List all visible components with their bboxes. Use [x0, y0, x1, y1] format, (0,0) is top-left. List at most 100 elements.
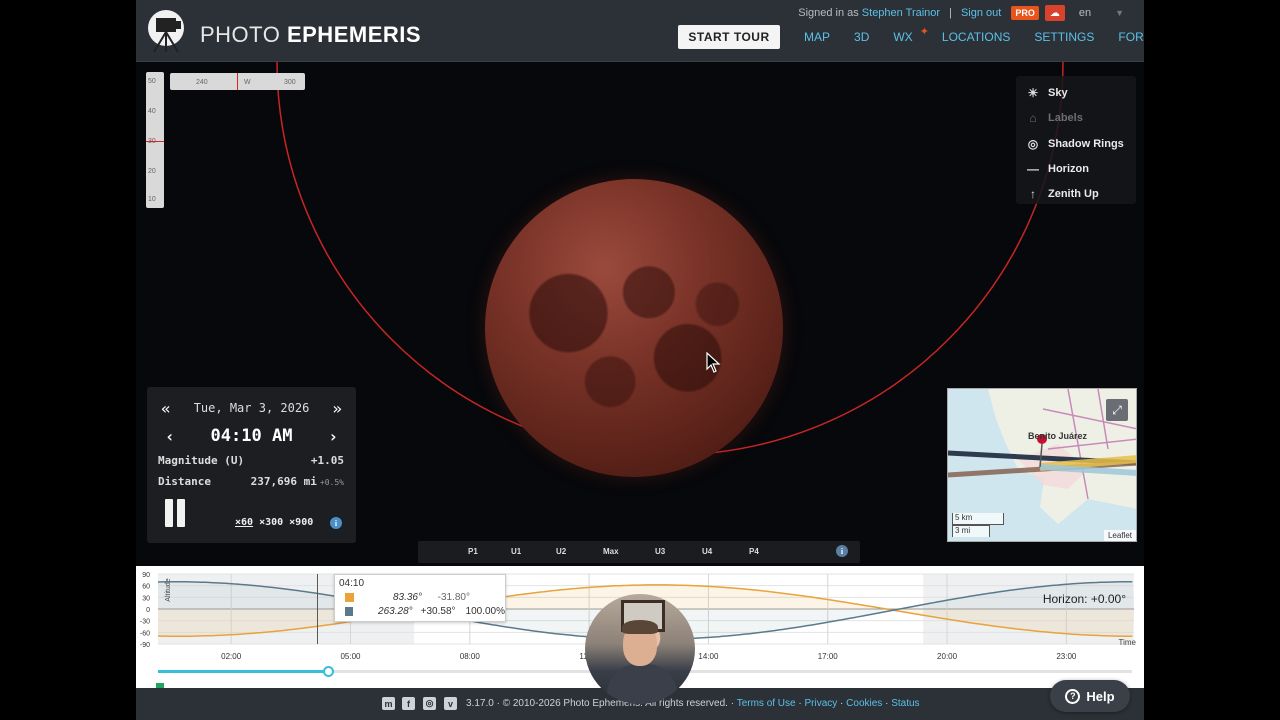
distance-label: Distance	[158, 475, 211, 488]
sun-azimuth: 83.36°	[392, 592, 422, 603]
expand-icon[interactable]: ⤢	[1106, 399, 1128, 421]
layer-label: Sky	[1048, 87, 1068, 99]
layer-horizon[interactable]: — Horizon	[1026, 160, 1089, 178]
speed-selector: ×60 ×300 ×900	[235, 517, 313, 528]
contact-p1[interactable]: P1	[468, 547, 478, 556]
y-tick-label: 0	[146, 607, 150, 614]
sun-swatch	[345, 593, 354, 602]
vimeo-icon[interactable]: v	[444, 697, 457, 710]
scale-km: 5 km	[952, 513, 1004, 525]
moon-illumination: 100.00%	[465, 606, 505, 617]
prev-time-icon[interactable]: ‹	[165, 427, 175, 446]
y-tick-label: 60	[142, 584, 150, 591]
time-slider-handle[interactable]	[323, 666, 334, 677]
separator: |	[949, 7, 952, 19]
info-icon[interactable]: i	[330, 517, 342, 529]
nav-map[interactable]: MAP	[804, 30, 830, 44]
nav-locations[interactable]: LOCATIONS	[942, 30, 1010, 44]
tooltip-moon-row: 263.28° +30.58° 100.00%	[345, 606, 505, 617]
main-nav: MAP 3D WX✦ LOCATIONS SETTINGS FORUM	[804, 26, 1144, 44]
layer-label: Horizon	[1048, 163, 1089, 175]
altitude-scale[interactable]: 50 40 30 20 10	[146, 72, 164, 208]
nav-forum[interactable]: FORUM	[1118, 30, 1144, 44]
nav-wx[interactable]: WX ✦	[893, 26, 929, 44]
azimuth-tick: 300	[284, 79, 296, 86]
pro-badge[interactable]: PRO	[1011, 6, 1039, 20]
camera-tripod-logo-icon[interactable]	[146, 8, 188, 54]
help-label: Help	[1086, 688, 1115, 704]
app-logo-text[interactable]: PHOTO EPHEMERIS	[200, 22, 421, 48]
nav-settings[interactable]: SETTINGS	[1034, 30, 1094, 44]
mastodon-icon[interactable]: m	[382, 697, 395, 710]
pause-bar	[165, 499, 173, 527]
mini-map[interactable]: Benito Juárez ⤢ 5 km 3 mi Leaflet	[947, 388, 1137, 542]
layer-zenith-up[interactable]: ↑ Zenith Up	[1026, 185, 1099, 203]
altitude-tick: 10	[148, 196, 156, 203]
distance-row: Distance 237,696 mi +0.5%	[158, 475, 344, 488]
x-tick-label: 08:00	[460, 652, 481, 661]
info-icon[interactable]: i	[836, 545, 848, 557]
speed-900[interactable]: ×900	[289, 517, 313, 528]
date-display[interactable]: Tue, Mar 3, 2026	[194, 401, 310, 415]
sun-altitude: -31.80°	[437, 592, 470, 603]
time-slider-fill	[158, 670, 328, 673]
speed-60[interactable]: ×60	[235, 517, 253, 528]
copyright-text: 3.17.0 · © 2010-2026 Photo Ephemeris. Al…	[466, 698, 728, 709]
layer-labels[interactable]: ⌂ Labels	[1026, 109, 1083, 127]
y-tick-label: 90	[142, 572, 150, 579]
user-name-link[interactable]: Stephen Trainor	[862, 7, 940, 19]
prev-day-icon[interactable]: «	[161, 399, 171, 418]
map-scale: 5 km 3 mi	[952, 513, 1004, 537]
moon-altitude: +30.58°	[420, 606, 456, 617]
layer-menu: ☀ Sky ⌂ Labels ◎ Shadow Rings — Horizon ↑ Zen…	[1016, 76, 1136, 204]
speed-300[interactable]: ×300	[259, 517, 283, 528]
eclipse-contacts-bar: P1 U1 U2 Max U3 U4 P4 i	[418, 541, 860, 563]
top-bar: PHOTO EPHEMERIS Signed in as Stephen Tra…	[136, 0, 1144, 62]
cookies-link[interactable]: Cookies	[846, 698, 882, 709]
sign-out-link[interactable]: Sign out	[961, 7, 1001, 19]
app-window: PHOTO EPHEMERIS Signed in as Stephen Tra…	[136, 0, 1144, 720]
pause-bar	[177, 499, 185, 527]
start-tour-button[interactable]: START TOUR	[678, 25, 780, 49]
nav-3d[interactable]: 3D	[854, 30, 869, 44]
terms-link[interactable]: Terms of Use	[737, 698, 796, 709]
contact-u4[interactable]: U4	[702, 547, 712, 556]
next-day-icon[interactable]: »	[332, 399, 342, 418]
moon-eclipsed[interactable]	[485, 179, 783, 477]
privacy-link[interactable]: Privacy	[804, 698, 837, 709]
status-link[interactable]: Status	[891, 698, 919, 709]
altitude-marker	[146, 141, 164, 142]
map-attribution[interactable]: Leaflet	[1103, 530, 1136, 541]
cloud-icon[interactable]: ☁	[1044, 5, 1065, 21]
layer-label: Labels	[1048, 112, 1083, 124]
azimuth-tick: W	[244, 79, 251, 86]
instagram-icon[interactable]: ◎	[423, 697, 436, 710]
contact-u3[interactable]: U3	[655, 547, 665, 556]
layer-sky[interactable]: ☀ Sky	[1026, 84, 1068, 102]
next-time-icon[interactable]: ›	[328, 427, 338, 446]
chevron-down-icon[interactable]: ▼	[1115, 8, 1124, 18]
help-button[interactable]: ? Help	[1050, 680, 1130, 712]
azimuth-marker	[237, 73, 238, 90]
time-row: ‹ 04:10 AM ›	[147, 425, 356, 447]
contact-p4[interactable]: P4	[749, 547, 759, 556]
target-icon: ◎	[1027, 137, 1039, 151]
time-info-panel: « Tue, Mar 3, 2026 » ‹ 04:10 AM › Magnit…	[147, 387, 356, 543]
azimuth-scale[interactable]: 240 W 300	[170, 73, 305, 90]
y-tick-label: -30	[140, 619, 150, 626]
facebook-icon[interactable]: f	[402, 697, 415, 710]
distance-value: 237,696 mi	[250, 475, 317, 488]
pause-button[interactable]	[165, 499, 189, 527]
altitude-tick: 50	[148, 78, 156, 85]
sky-view[interactable]: 50 40 30 20 10 240 W 300 ☀ Sky ⌂ Labels ◎ S…	[136, 62, 1144, 566]
contact-u1[interactable]: U1	[511, 547, 521, 556]
new-star-icon: ✦	[919, 26, 929, 38]
moon-azimuth: 263.28°	[378, 606, 413, 617]
layer-shadow-rings[interactable]: ◎ Shadow Rings	[1026, 135, 1124, 153]
contact-max[interactable]: Max	[603, 547, 619, 556]
time-display[interactable]: 04:10 AM	[211, 426, 293, 446]
contact-u2[interactable]: U2	[556, 547, 566, 556]
magnitude-value: +1.05	[310, 454, 344, 467]
language-select[interactable]: en	[1079, 7, 1091, 19]
x-axis-label: Time	[1118, 638, 1136, 647]
